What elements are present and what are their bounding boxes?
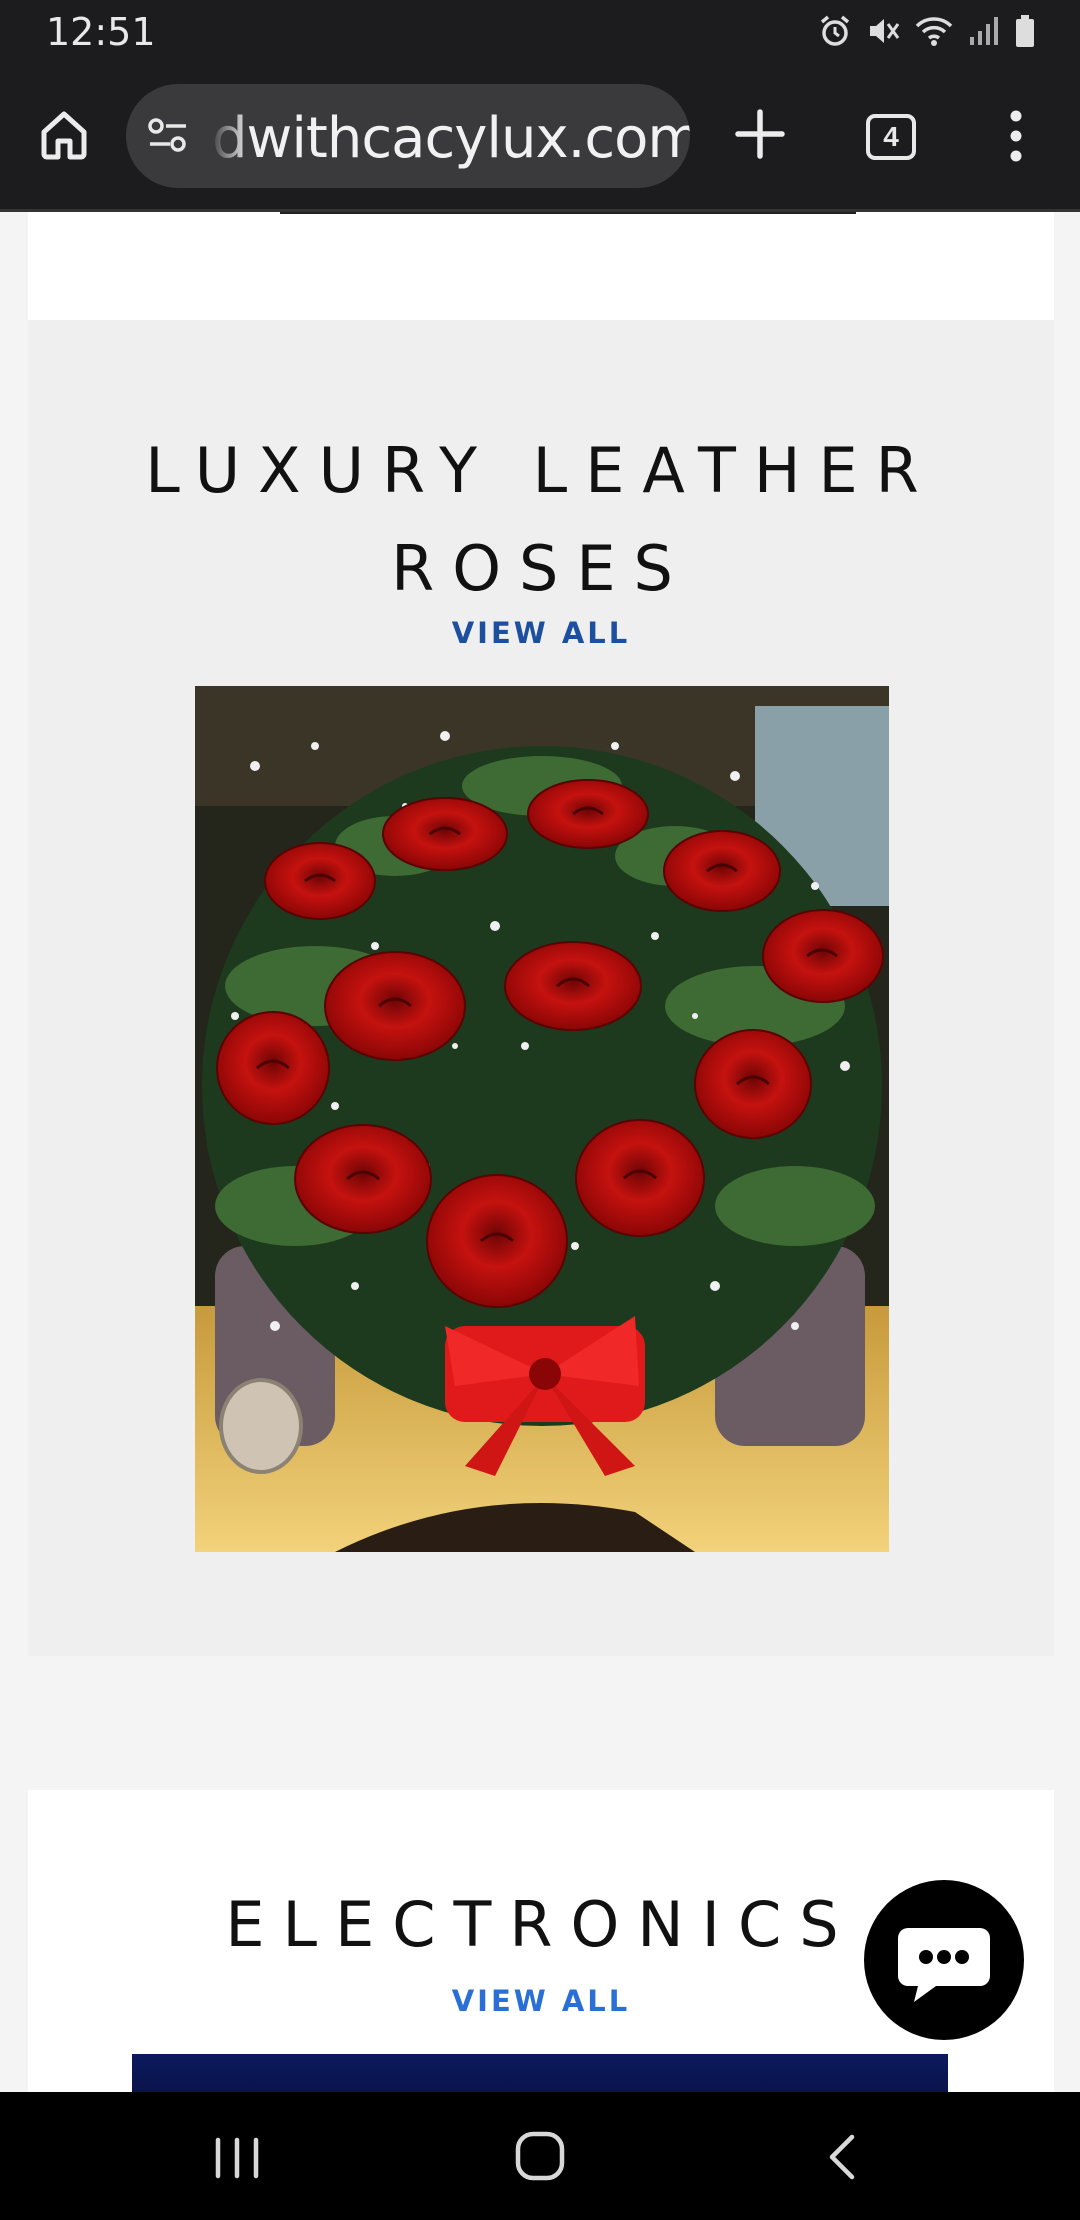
browser-toolbar: dwithcacylux.com 4 bbox=[0, 64, 1080, 212]
address-bar[interactable]: dwithcacylux.com bbox=[126, 84, 690, 188]
mute-icon bbox=[866, 14, 900, 53]
home-nav-icon[interactable] bbox=[514, 2130, 566, 2182]
divider bbox=[280, 212, 856, 214]
status-bar: 12:51 bbox=[0, 0, 1080, 64]
collection-card-leather-roses: LUXURY LEATHER ROSES VIEW ALL bbox=[28, 320, 1054, 1656]
alarm-icon bbox=[818, 14, 852, 53]
wifi-icon bbox=[914, 14, 954, 53]
url-text[interactable]: dwithcacylux.com bbox=[212, 106, 690, 171]
collection-image-electronics[interactable] bbox=[132, 2054, 948, 2092]
collection-title-line1: LUXURY LEATHER bbox=[145, 434, 937, 507]
battery-icon bbox=[1014, 14, 1036, 53]
chat-button[interactable] bbox=[864, 1880, 1024, 2040]
page-content: LUXURY LEATHER ROSES VIEW ALL ELECTRONIC… bbox=[0, 212, 1080, 2092]
status-icons bbox=[818, 14, 1036, 53]
back-icon[interactable] bbox=[822, 2132, 862, 2182]
collection-image-roses[interactable] bbox=[195, 686, 889, 1552]
view-all-link[interactable]: VIEW ALL bbox=[28, 616, 1054, 650]
url-fade bbox=[210, 84, 250, 188]
site-settings-icon[interactable] bbox=[146, 114, 190, 158]
signal-icon bbox=[968, 15, 1000, 52]
home-icon[interactable] bbox=[36, 106, 92, 162]
previous-section-card bbox=[28, 212, 1054, 320]
collection-title-line2: ROSES bbox=[391, 532, 691, 605]
recent-apps-icon[interactable] bbox=[212, 2136, 262, 2180]
tab-switcher-button[interactable]: 4 bbox=[866, 114, 916, 160]
system-nav-bar bbox=[0, 2092, 1080, 2220]
status-time: 12:51 bbox=[46, 10, 156, 54]
new-tab-icon[interactable] bbox=[730, 104, 790, 164]
more-options-icon[interactable] bbox=[996, 106, 1036, 166]
